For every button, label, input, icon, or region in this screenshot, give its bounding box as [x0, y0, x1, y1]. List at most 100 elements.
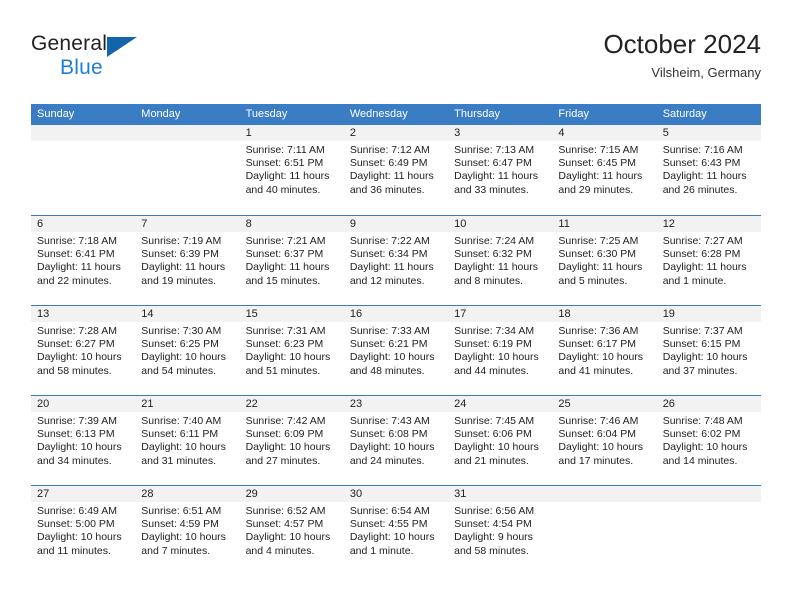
page-header: General Blue October 2024 Vilsheim, Germ… — [31, 28, 761, 98]
week-row: 20 Sunrise: 7:39 AM Sunset: 6:13 PM Dayl… — [31, 395, 761, 485]
sunset-text: Sunset: 6:21 PM — [349, 338, 428, 351]
daylight-text-line1: Daylight: 11 hours — [454, 170, 538, 183]
day-cell[interactable]: 23 Sunrise: 7:43 AM Sunset: 6:08 PM Dayl… — [343, 396, 449, 485]
day-cell[interactable]: 17 Sunrise: 7:34 AM Sunset: 6:19 PM Dayl… — [448, 306, 553, 395]
day-cell[interactable]: 16 Sunrise: 7:33 AM Sunset: 6:21 PM Dayl… — [343, 306, 449, 395]
weekday-header-monday: Monday — [141, 108, 181, 120]
day-cell[interactable]: 12 Sunrise: 7:27 AM Sunset: 6:28 PM Dayl… — [656, 216, 761, 305]
day-cell[interactable]: 25 Sunrise: 7:46 AM Sunset: 6:04 PM Dayl… — [552, 396, 657, 485]
sunrise-text: Sunrise: 7:25 AM — [558, 235, 639, 247]
day-cell[interactable]: 29 Sunrise: 6:52 AM Sunset: 4:57 PM Dayl… — [239, 486, 344, 575]
general-blue-logo: General Blue — [31, 32, 161, 84]
day-cell[interactable]: 8 Sunrise: 7:21 AM Sunset: 6:37 PM Dayli… — [239, 216, 344, 305]
day-cell[interactable] — [552, 486, 657, 575]
daylight-text-line2: and 26 minutes. — [662, 183, 738, 196]
day-cell[interactable]: 7 Sunrise: 7:19 AM Sunset: 6:39 PM Dayli… — [135, 216, 240, 305]
day-cell[interactable]: 15 Sunrise: 7:31 AM Sunset: 6:23 PM Dayl… — [239, 306, 344, 395]
sunrise-text: Sunrise: 7:12 AM — [349, 144, 430, 156]
sunset-text: Sunset: 6:06 PM — [454, 428, 532, 441]
day-number: 8 — [239, 216, 344, 232]
sunset-text: Sunset: 6:09 PM — [245, 428, 324, 441]
daylight-text-line2: and 27 minutes. — [245, 454, 321, 467]
week-row: 6 Sunrise: 7:18 AM Sunset: 6:41 PM Dayli… — [31, 215, 761, 305]
day-cell[interactable]: 22 Sunrise: 7:42 AM Sunset: 6:09 PM Dayl… — [239, 396, 344, 485]
day-details: Sunrise: 7:16 AM Sunset: 6:43 PM Dayligh… — [657, 141, 761, 197]
day-number: 1 — [239, 125, 344, 141]
day-cell[interactable]: 10 Sunrise: 7:24 AM Sunset: 6:32 PM Dayl… — [448, 216, 553, 305]
day-cell[interactable]: 27 Sunrise: 6:49 AM Sunset: 5:00 PM Dayl… — [31, 486, 136, 575]
day-cell[interactable]: 30 Sunrise: 6:54 AM Sunset: 4:55 PM Dayl… — [343, 486, 449, 575]
sunrise-text: Sunrise: 7:33 AM — [349, 325, 430, 337]
day-number — [31, 125, 136, 141]
daylight-text-line1: Daylight: 10 hours — [454, 351, 539, 364]
day-details: Sunrise: 7:48 AM Sunset: 6:02 PM Dayligh… — [657, 412, 761, 468]
page-title: October 2024 — [603, 29, 761, 59]
day-cell[interactable]: 26 Sunrise: 7:48 AM Sunset: 6:02 PM Dayl… — [656, 396, 761, 485]
daylight-text-line1: Daylight: 10 hours — [662, 351, 748, 364]
day-cell[interactable]: 5 Sunrise: 7:16 AM Sunset: 6:43 PM Dayli… — [656, 125, 761, 215]
day-cell[interactable]: 14 Sunrise: 7:30 AM Sunset: 6:25 PM Dayl… — [135, 306, 240, 395]
day-cell[interactable]: 11 Sunrise: 7:25 AM Sunset: 6:30 PM Dayl… — [552, 216, 657, 305]
day-cell[interactable]: 19 Sunrise: 7:37 AM Sunset: 6:15 PM Dayl… — [656, 306, 761, 395]
daylight-text-line2: and 15 minutes. — [245, 274, 321, 287]
day-details: Sunrise: 6:51 AM Sunset: 4:59 PM Dayligh… — [135, 502, 239, 558]
sunset-text: Sunset: 6:27 PM — [37, 338, 115, 351]
day-number: 10 — [448, 216, 553, 232]
sunset-text: Sunset: 6:17 PM — [558, 338, 637, 351]
daylight-text-line1: Daylight: 10 hours — [141, 531, 226, 544]
day-number — [656, 486, 761, 502]
day-number: 16 — [343, 306, 449, 322]
sunset-text: Sunset: 6:45 PM — [558, 157, 637, 170]
day-number: 17 — [448, 306, 553, 322]
day-cell[interactable]: 31 Sunrise: 6:56 AM Sunset: 4:54 PM Dayl… — [448, 486, 553, 575]
page-subtitle-location: Vilsheim, Germany — [651, 65, 761, 80]
daylight-text-line2: and 51 minutes. — [245, 364, 321, 377]
day-cell[interactable] — [31, 125, 136, 215]
daylight-text-line1: Daylight: 11 hours — [245, 170, 330, 183]
daylight-text-line2: and 48 minutes. — [349, 364, 425, 377]
weekday-header-friday: Friday — [558, 108, 589, 120]
day-number: 11 — [552, 216, 657, 232]
daylight-text-line1: Daylight: 10 hours — [662, 441, 748, 454]
daylight-text-line2: and 41 minutes. — [558, 364, 634, 377]
day-details: Sunrise: 7:18 AM Sunset: 6:41 PM Dayligh… — [31, 232, 135, 288]
sunset-text: Sunset: 6:41 PM — [37, 248, 115, 261]
day-number: 7 — [135, 216, 240, 232]
daylight-text-line1: Daylight: 11 hours — [558, 170, 643, 183]
day-number: 12 — [656, 216, 761, 232]
day-cell[interactable]: 18 Sunrise: 7:36 AM Sunset: 6:17 PM Dayl… — [552, 306, 657, 395]
daylight-text-line2: and 17 minutes. — [558, 454, 634, 467]
sunset-text: Sunset: 4:57 PM — [245, 518, 324, 531]
day-cell[interactable] — [135, 125, 240, 215]
daylight-text-line2: and 58 minutes. — [454, 544, 529, 557]
day-cell[interactable]: 20 Sunrise: 7:39 AM Sunset: 6:13 PM Dayl… — [31, 396, 136, 485]
day-cell[interactable]: 21 Sunrise: 7:40 AM Sunset: 6:11 PM Dayl… — [135, 396, 240, 485]
day-cell[interactable]: 13 Sunrise: 7:28 AM Sunset: 6:27 PM Dayl… — [31, 306, 136, 395]
daylight-text-line2: and 11 minutes. — [37, 544, 111, 557]
sunrise-text: Sunrise: 7:40 AM — [141, 415, 222, 427]
sunrise-text: Sunrise: 6:54 AM — [349, 505, 430, 517]
day-details: Sunrise: 7:19 AM Sunset: 6:39 PM Dayligh… — [135, 232, 239, 288]
day-cell[interactable]: 4 Sunrise: 7:15 AM Sunset: 6:45 PM Dayli… — [552, 125, 657, 215]
logo-text-blue: Blue — [60, 56, 103, 79]
day-cell[interactable]: 6 Sunrise: 7:18 AM Sunset: 6:41 PM Dayli… — [31, 216, 136, 305]
sunset-text: Sunset: 4:59 PM — [141, 518, 219, 531]
day-number: 25 — [552, 396, 657, 412]
day-details: Sunrise: 7:21 AM Sunset: 6:37 PM Dayligh… — [240, 232, 344, 288]
day-cell[interactable] — [656, 486, 761, 575]
day-number: 23 — [343, 396, 449, 412]
day-details: Sunrise: 7:40 AM Sunset: 6:11 PM Dayligh… — [135, 412, 239, 468]
day-cell[interactable]: 28 Sunrise: 6:51 AM Sunset: 4:59 PM Dayl… — [135, 486, 240, 575]
sunset-text: Sunset: 6:02 PM — [662, 428, 741, 441]
day-details: Sunrise: 7:43 AM Sunset: 6:08 PM Dayligh… — [344, 412, 448, 468]
day-cell[interactable]: 3 Sunrise: 7:13 AM Sunset: 6:47 PM Dayli… — [448, 125, 553, 215]
day-details: Sunrise: 7:24 AM Sunset: 6:32 PM Dayligh… — [448, 232, 552, 288]
day-cell[interactable]: 9 Sunrise: 7:22 AM Sunset: 6:34 PM Dayli… — [343, 216, 449, 305]
day-cell[interactable]: 1 Sunrise: 7:11 AM Sunset: 6:51 PM Dayli… — [239, 125, 344, 215]
sunset-text: Sunset: 6:25 PM — [141, 338, 219, 351]
day-cell[interactable]: 2 Sunrise: 7:12 AM Sunset: 6:49 PM Dayli… — [343, 125, 449, 215]
weekday-header-sunday: Sunday — [37, 108, 75, 120]
day-details: Sunrise: 7:45 AM Sunset: 6:06 PM Dayligh… — [448, 412, 552, 468]
weekday-header-thursday: Thursday — [454, 108, 500, 120]
day-cell[interactable]: 24 Sunrise: 7:45 AM Sunset: 6:06 PM Dayl… — [448, 396, 553, 485]
